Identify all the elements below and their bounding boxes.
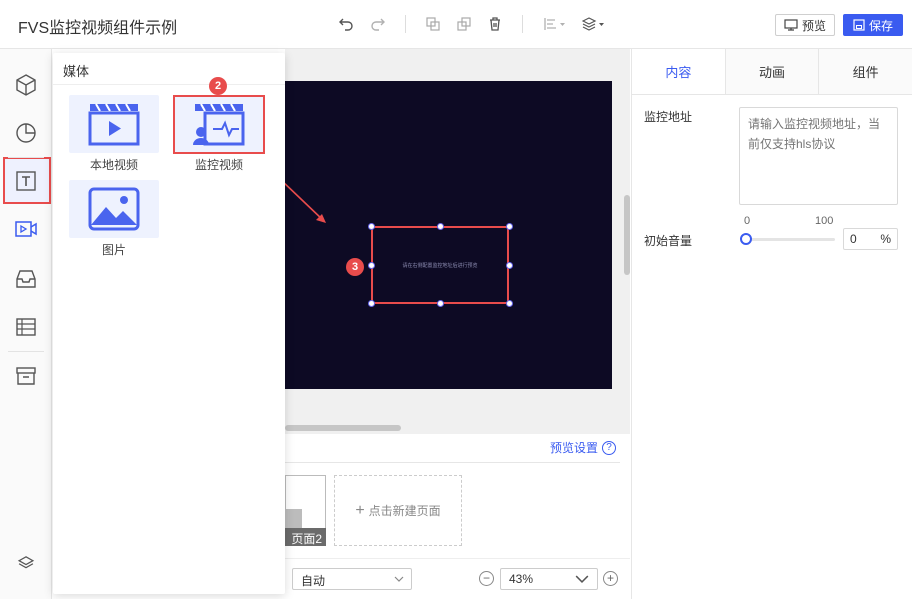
toolbar-divider bbox=[522, 15, 523, 33]
paste-icon[interactable] bbox=[456, 16, 472, 32]
resize-handle-n[interactable] bbox=[437, 223, 444, 230]
auto-select-value: 自动 bbox=[301, 574, 326, 588]
page-label: 页面2 bbox=[285, 528, 326, 546]
url-label: 监控地址 bbox=[644, 110, 693, 124]
page-thumbnail-preview bbox=[285, 509, 302, 529]
resize-handle-nw[interactable] bbox=[368, 223, 375, 230]
monitor-video-highlight bbox=[173, 95, 265, 154]
text-icon[interactable] bbox=[13, 168, 39, 194]
new-page-label: 点击新建页面 bbox=[368, 504, 441, 518]
cube-icon[interactable] bbox=[13, 72, 39, 98]
align-icon[interactable] bbox=[543, 16, 567, 32]
monitor-icon bbox=[784, 19, 798, 31]
layer-icon[interactable] bbox=[582, 16, 606, 32]
resize-handle-s[interactable] bbox=[437, 300, 444, 307]
zoom-in-button[interactable]: + bbox=[603, 571, 618, 586]
pie-chart-icon[interactable] bbox=[13, 120, 39, 146]
resize-handle-e[interactable] bbox=[506, 262, 513, 269]
local-video-tile[interactable] bbox=[69, 95, 159, 153]
top-bar: FVS监控视频组件示例 预览 保存 bbox=[0, 0, 912, 49]
chevron-down-icon bbox=[394, 576, 404, 582]
volume-slider-handle[interactable] bbox=[740, 233, 752, 245]
zoom-select[interactable]: 43% bbox=[500, 568, 598, 590]
undo-icon[interactable] bbox=[338, 16, 354, 32]
resize-handle-se[interactable] bbox=[506, 300, 513, 307]
monitor-url-input[interactable] bbox=[739, 107, 898, 205]
volume-min-label: 0 bbox=[744, 215, 751, 227]
resize-handle-w[interactable] bbox=[368, 262, 375, 269]
volume-label: 初始音量 bbox=[644, 234, 693, 248]
step-badge-3: 3 bbox=[346, 258, 364, 276]
plus-icon: + bbox=[355, 501, 365, 519]
property-tabs: 内容 动画 组件 bbox=[632, 49, 912, 95]
redo-icon[interactable] bbox=[370, 16, 386, 32]
preview-settings-label: 预览设置 bbox=[550, 441, 599, 455]
canvas-vertical-scrollbar[interactable] bbox=[624, 195, 630, 275]
tab-content[interactable]: 内容 bbox=[632, 49, 726, 94]
trash-icon[interactable] bbox=[487, 16, 503, 32]
image-icon bbox=[88, 187, 140, 231]
save-button[interactable]: 保存 bbox=[843, 14, 903, 36]
video-icon[interactable] bbox=[13, 216, 39, 242]
step-badge-2: 2 bbox=[209, 77, 227, 95]
component-placeholder-text: 请在右侧配置监控地址后进行预览 bbox=[402, 263, 478, 269]
image-tile[interactable] bbox=[69, 180, 159, 238]
resize-handle-sw[interactable] bbox=[368, 300, 375, 307]
preview-button[interactable]: 预览 bbox=[775, 14, 835, 36]
resize-handle-ne[interactable] bbox=[506, 223, 513, 230]
archive-icon[interactable] bbox=[13, 363, 39, 389]
layers-icon[interactable] bbox=[16, 553, 36, 573]
volume-input[interactable]: 0 % bbox=[843, 228, 898, 250]
table-icon[interactable] bbox=[13, 314, 39, 340]
volume-value: 0 bbox=[850, 232, 857, 246]
zoom-out-button[interactable]: − bbox=[479, 571, 494, 586]
toolbar-divider bbox=[405, 15, 406, 33]
volume-unit: % bbox=[880, 232, 891, 246]
rail-divider bbox=[8, 351, 44, 352]
local-video-icon bbox=[88, 103, 140, 146]
chevron-down-icon bbox=[575, 575, 589, 583]
app-title: FVS监控视频组件示例 bbox=[18, 20, 178, 37]
local-video-label: 本地视频 bbox=[89, 158, 138, 172]
volume-slider-track[interactable] bbox=[745, 238, 835, 241]
divider bbox=[285, 558, 630, 559]
rail-divider bbox=[8, 157, 44, 158]
flyout-title: 媒体 bbox=[53, 53, 285, 85]
help-icon[interactable]: ? bbox=[602, 440, 617, 455]
volume-max-label: 100 bbox=[815, 215, 834, 227]
tab-component[interactable]: 组件 bbox=[819, 49, 912, 94]
zoom-value: 43% bbox=[509, 572, 534, 586]
divider bbox=[285, 462, 620, 463]
auto-select[interactable]: 自动 bbox=[292, 568, 412, 590]
save-label: 保存 bbox=[868, 18, 893, 33]
inbox-icon[interactable] bbox=[13, 266, 39, 292]
monitor-video-label: 监控视频 bbox=[194, 158, 243, 172]
preview-settings-link[interactable]: 预览设置 ? bbox=[550, 439, 617, 456]
image-label: 图片 bbox=[101, 243, 126, 257]
canvas-horizontal-scrollbar[interactable] bbox=[285, 425, 401, 431]
new-page-button[interactable]: + 点击新建页面 bbox=[334, 475, 462, 546]
copy-icon[interactable] bbox=[425, 16, 441, 32]
preview-label: 预览 bbox=[801, 18, 826, 33]
tab-animation[interactable]: 动画 bbox=[725, 49, 820, 94]
save-icon bbox=[853, 19, 865, 31]
